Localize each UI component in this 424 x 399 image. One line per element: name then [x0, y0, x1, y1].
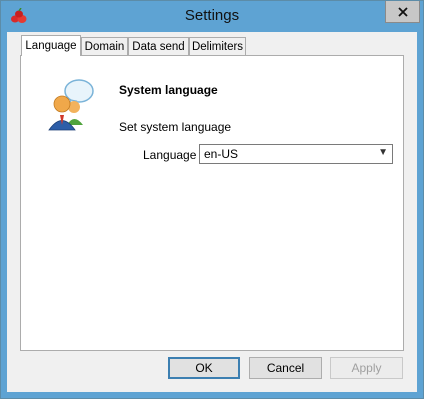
language-label: Language: [143, 148, 197, 162]
section-description: Set system language: [119, 120, 232, 134]
close-button[interactable]: [385, 1, 420, 23]
title-bar[interactable]: Settings: [1, 1, 423, 32]
language-select[interactable]: en-US ▼: [199, 144, 393, 164]
section-heading: System language: [119, 83, 218, 97]
tab-data-send[interactable]: Data send: [128, 37, 189, 55]
language-select-value: en-US: [204, 147, 239, 161]
apply-button[interactable]: Apply: [330, 357, 403, 379]
window-title: Settings: [184, 7, 240, 24]
tab-delimiters[interactable]: Delimiters: [189, 37, 246, 55]
close-icon: [397, 6, 408, 17]
cancel-button[interactable]: Cancel: [249, 357, 322, 379]
chevron-down-icon: ▼: [378, 147, 388, 158]
people-speech-bubble-icon: [48, 79, 94, 131]
ok-button[interactable]: OK: [168, 357, 240, 379]
language-tab-panel: System language Set system language Lang…: [20, 55, 404, 351]
tab-domain[interactable]: Domain: [81, 37, 128, 55]
tab-language[interactable]: Language: [21, 35, 81, 56]
